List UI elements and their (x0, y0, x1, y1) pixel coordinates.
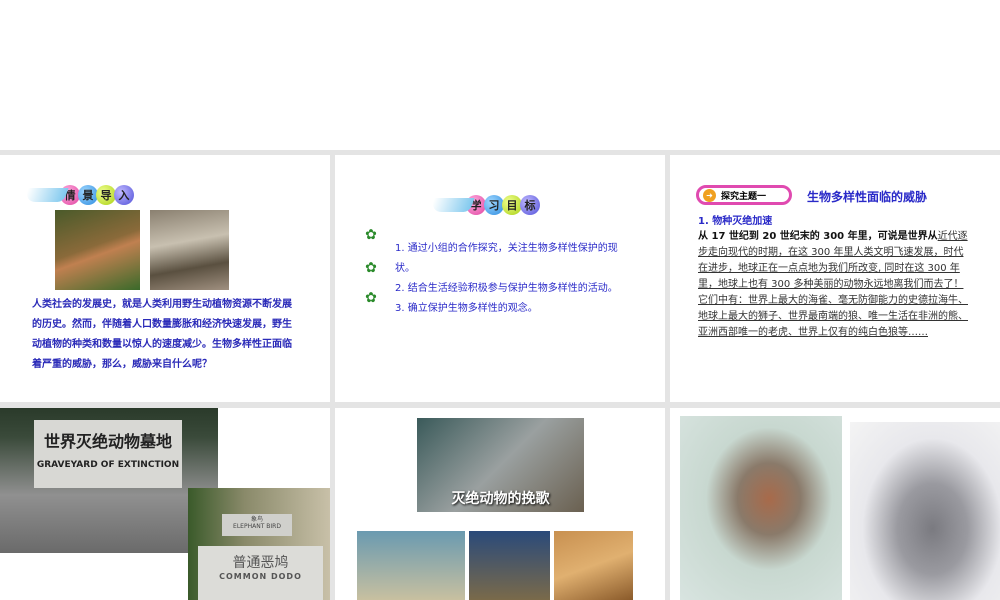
section-banner: 学 习 目 标 (429, 195, 540, 215)
snow-leopard-photo: 灭绝动物的挽歌 (417, 418, 584, 512)
slide-title: 生物多样性面临的威胁 (807, 190, 928, 204)
stone-english: COMMON DODO (219, 572, 302, 581)
topic-tag: ➜ 探究主题一 (696, 185, 792, 205)
stone-small-en: ELEPHANT BIRD (233, 523, 281, 530)
slide-thumbnail-3[interactable]: ➜ 探究主题一 生物多样性面临的威胁 1. 物种灭绝加速 从 17 世纪到 20… (670, 155, 1000, 402)
body-text: 近代逐步走向现代的时期，在这 300 年里人类文明飞速发展，时代在进步，地球正在… (698, 231, 968, 338)
book-icon (429, 198, 475, 212)
dodo-stones-photo: 象鸟 ELEPHANT BIRD 普通恶鸠 COMMON DODO (188, 488, 330, 600)
goal-item: 3. 确立保护生物多样性的观念。 (395, 303, 538, 314)
goal-item: 1. 通过小组的合作探究，关注生物多样性保护的现状。 (395, 243, 618, 274)
plant-icon: ✿ (365, 290, 377, 306)
plant-icon: ✿ (365, 227, 377, 243)
plant-icon: ✿ (365, 260, 377, 276)
slide-thumbnail-2[interactable]: 学 习 目 标 ✿ ✿ ✿ 1. 通过小组的合作探究，关注生物多样性保护的现状。… (335, 155, 665, 402)
stone-chinese: 普通恶鸠 (232, 555, 289, 571)
slide-subtitle: 1. 物种灭绝加速 (698, 216, 773, 227)
stone-small-cn: 象鸟 (250, 516, 263, 523)
banner-char: 导 (96, 185, 116, 205)
graveyard-photo: 世界灭绝动物墓地 GRAVEYARD OF EXTINCTION (0, 408, 218, 553)
antlers-photo (150, 210, 229, 290)
slide-thumbnail-4[interactable]: 世界灭绝动物墓地 GRAVEYARD OF EXTINCTION 象鸟 ELEP… (0, 408, 330, 600)
logging-photo (55, 210, 140, 290)
arrow-icon: ➜ (703, 188, 716, 202)
banner-char: 标 (520, 195, 540, 215)
banner-char: 景 (78, 185, 98, 205)
slide-thumbnail-6[interactable] (670, 408, 1000, 600)
banner-char: 习 (484, 195, 504, 215)
deer-photo (554, 531, 633, 600)
topic-tag-label: 探究主题一 (721, 191, 767, 202)
dodo-photo (850, 422, 1000, 600)
sign-english: GRAVEYARD OF EXTINCTION (36, 460, 180, 470)
section-banner: 情 景 导 入 (23, 185, 134, 205)
banner-char: 入 (114, 185, 134, 205)
sign-chinese: 世界灭绝动物墓地 (43, 432, 172, 451)
goal-item: 2. 结合生活经验积极参与保护生物多样性的活动。 (395, 283, 618, 294)
book-icon (23, 188, 69, 202)
goals-list: 1. 通过小组的合作探究，关注生物多样性保护的现状。 2. 结合生活经验积极参与… (395, 239, 635, 319)
image-caption: 灭绝动物的挽歌 (451, 491, 550, 507)
zebra-photo (469, 531, 550, 600)
lead-text: 从 17 世纪到 20 世纪末的 300 年里，可说是世界从 (698, 231, 938, 242)
slide-thumbnail-5[interactable]: 灭绝动物的挽歌 (335, 408, 665, 600)
slide-thumbnail-1[interactable]: 情 景 导 入 人类社会的发展史，就是人类利用野生动植物资源不断发展的历史。然而… (0, 155, 330, 402)
banner-char: 目 (502, 195, 522, 215)
intro-text: 人类社会的发展史，就是人类利用野生动植物资源不断发展的历史。然而，伴随着人口数量… (32, 299, 292, 370)
rhino-photo (357, 531, 465, 600)
slide-editor-area[interactable] (0, 0, 1000, 150)
slide-body: 从 17 世纪到 20 世纪末的 300 年里，可说是世界从近代逐步走向现代的时… (698, 229, 970, 341)
passenger-pigeon-photo (680, 416, 842, 600)
